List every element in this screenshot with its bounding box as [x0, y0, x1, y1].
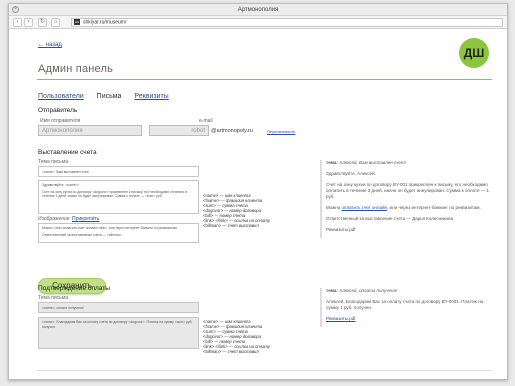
page-content: ← назад ДШ Админ панель Пользователи Пис… — [9, 30, 507, 379]
invoice-footer-field[interactable]: Можно <link>оплатить счет онлайн</link>,… — [38, 223, 199, 243]
invoice-preview-greeting: Здравствуйте, Алексей. — [326, 171, 376, 176]
invoice-body-field[interactable]: Здравствуйте, <name>! Счет на зону кухни… — [38, 180, 199, 214]
invoice-section-title: Выставление счета — [38, 149, 97, 156]
invoice-preview-responsible: Ответственный за выставление счета — Дар… — [326, 216, 454, 221]
confirm-variables-list: <name> — имя клиента <fname> — фамилия к… — [203, 319, 270, 354]
back-link[interactable]: ← назад — [38, 42, 62, 48]
invoice-footer-line: Можно <link>оплатить счет онлайн</link>,… — [42, 226, 178, 230]
sender-email-domain: @artmonopoly.ru — [211, 128, 253, 134]
sender-section-title: Отправитель — [38, 107, 78, 114]
confirm-preview: тема: Алексей, оплата получена! Алексей,… — [320, 288, 496, 327]
browser-toolbar: ‹ › ↻ ⌂ HS shkiyar.ru/museum/ — [9, 16, 507, 29]
url-text: shkiyar.ru/museum/ — [83, 19, 127, 26]
forward-arrow-icon[interactable]: › — [24, 18, 33, 27]
window-title: Артмонополия — [237, 7, 279, 13]
variable-item: <billman> — счет выставил — [203, 223, 259, 228]
invoice-preview-pay: Можно оплатить счет онлайн, или через ин… — [326, 205, 481, 210]
sender-email-label: e-mail — [199, 118, 213, 124]
home-icon[interactable]: ⌂ — [51, 18, 60, 27]
avatar[interactable]: ДШ — [459, 38, 489, 68]
tab-letters[interactable]: Письма — [97, 93, 122, 100]
browser-window: × Артмонополия ‹ › ↻ ⌂ HS shkiyar.ru/muse… — [8, 3, 508, 380]
confirm-preview-body: Алексей, Благодарим Вас за оплату счета … — [326, 299, 484, 310]
confirm-preview-attachment[interactable]: Реквизиты.pdf — [326, 316, 496, 322]
confirm-subject-field[interactable]: <name>, оплата получена! — [38, 302, 199, 313]
confirm-body-field[interactable]: <name>, Благодарим Вас за оплату счета п… — [38, 317, 199, 349]
confirm-preview-subject: тема: Алексей, оплата получена! — [326, 288, 398, 293]
reload-icon[interactable]: ↻ — [38, 18, 47, 27]
back-arrow-icon[interactable]: ‹ — [13, 18, 22, 27]
tab-requisites[interactable]: Реквизиты — [134, 93, 168, 100]
invoice-preview-subject: тема: Алексей, Вам выставлен счет! — [326, 160, 406, 165]
sender-name-label: Имя отправителя — [40, 118, 81, 124]
tab-users[interactable]: Пользователи — [38, 93, 84, 100]
confirm-section-title: Подтверждение оплаты — [38, 285, 110, 292]
bottom-divider — [37, 370, 492, 371]
favicon-icon: HS — [74, 19, 80, 25]
attach-image-link[interactable]: Прикрепить — [72, 216, 99, 222]
invoice-preview-body: Счет на зону кухни по договору BY-001 пр… — [326, 182, 489, 199]
rename-link[interactable]: Переназначить — [267, 129, 295, 134]
invoice-subject-field[interactable]: <name>, Вам выставлен счет! — [38, 166, 199, 177]
invoice-footer-line: Ответственный за выставление счета — <bi… — [42, 232, 122, 237]
invoice-body-line: Счет на зону кухни по договору <dogovor>… — [42, 189, 188, 199]
sender-name-field[interactable]: Артмонополия — [38, 125, 142, 136]
sender-email-field[interactable]: robot — [149, 125, 209, 136]
invoice-subject-label: Тема письма — [38, 159, 68, 165]
confirm-subject-label: Тема письма — [38, 295, 68, 301]
title-divider — [37, 79, 492, 80]
pay-online-link[interactable]: оплатить счет онлайн — [342, 205, 388, 210]
invoice-body-line: Здравствуйте, <name>! — [42, 183, 79, 187]
invoice-variables-list: <name> — имя клиента <fname> — фамилия к… — [203, 193, 270, 228]
tab-bar: Пользователи Письма Реквизиты — [38, 93, 180, 100]
close-window-icon[interactable]: × — [12, 6, 19, 13]
window-titlebar: × Артмонополия — [9, 4, 507, 16]
address-bar[interactable]: HS shkiyar.ru/museum/ — [71, 18, 503, 27]
image-label: Изображение — [38, 216, 70, 222]
invoice-preview: тема: Алексей, Вам выставлен счет! Здрав… — [320, 160, 496, 238]
invoice-preview-attachment[interactable]: Реквизиты.pdf — [326, 227, 496, 233]
page-title: Админ панель — [38, 63, 114, 75]
variable-item: <billman> — счет выставил — [203, 349, 259, 354]
